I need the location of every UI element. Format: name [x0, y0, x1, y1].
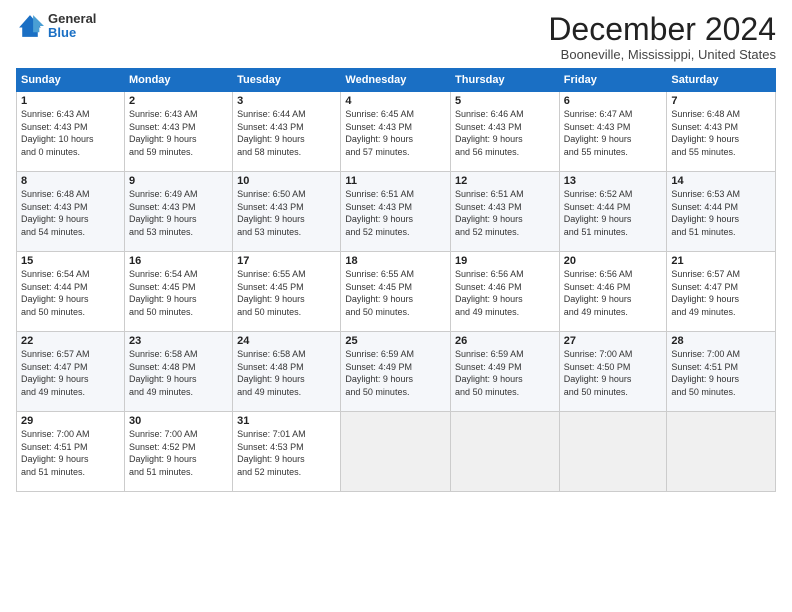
empty-cell: [667, 412, 776, 492]
day-21: 21 Sunrise: 6:57 AMSunset: 4:47 PMDaylig…: [667, 252, 776, 332]
day-9: 9 Sunrise: 6:49 AMSunset: 4:43 PMDayligh…: [124, 172, 232, 252]
logo-icon: [16, 12, 44, 40]
day-22: 22 Sunrise: 6:57 AMSunset: 4:47 PMDaylig…: [17, 332, 125, 412]
day-5: 5 Sunrise: 6:46 AMSunset: 4:43 PMDayligh…: [451, 92, 560, 172]
logo-general-label: General: [48, 12, 96, 26]
day-20: 20 Sunrise: 6:56 AMSunset: 4:46 PMDaylig…: [559, 252, 667, 332]
day-4: 4 Sunrise: 6:45 AMSunset: 4:43 PMDayligh…: [341, 92, 451, 172]
month-title: December 2024: [548, 12, 776, 47]
empty-cell: [341, 412, 451, 492]
day-7: 7 Sunrise: 6:48 AMSunset: 4:43 PMDayligh…: [667, 92, 776, 172]
empty-cell: [451, 412, 560, 492]
day-27: 27 Sunrise: 7:00 AMSunset: 4:50 PMDaylig…: [559, 332, 667, 412]
location-label: Booneville, Mississippi, United States: [548, 47, 776, 62]
calendar-table: Sunday Monday Tuesday Wednesday Thursday…: [16, 68, 776, 492]
day-30: 30 Sunrise: 7:00 AMSunset: 4:52 PMDaylig…: [124, 412, 232, 492]
day-18: 18 Sunrise: 6:55 AMSunset: 4:45 PMDaylig…: [341, 252, 451, 332]
table-row: 1 Sunrise: 6:43 AMSunset: 4:43 PMDayligh…: [17, 92, 776, 172]
day-12: 12 Sunrise: 6:51 AMSunset: 4:43 PMDaylig…: [451, 172, 560, 252]
table-row: 8 Sunrise: 6:48 AMSunset: 4:43 PMDayligh…: [17, 172, 776, 252]
header-monday: Monday: [124, 69, 232, 92]
header-wednesday: Wednesday: [341, 69, 451, 92]
header-thursday: Thursday: [451, 69, 560, 92]
day-17: 17 Sunrise: 6:55 AMSunset: 4:45 PMDaylig…: [233, 252, 341, 332]
day-3: 3 Sunrise: 6:44 AMSunset: 4:43 PMDayligh…: [233, 92, 341, 172]
day-19: 19 Sunrise: 6:56 AMSunset: 4:46 PMDaylig…: [451, 252, 560, 332]
day-1: 1 Sunrise: 6:43 AMSunset: 4:43 PMDayligh…: [17, 92, 125, 172]
day-23: 23 Sunrise: 6:58 AMSunset: 4:48 PMDaylig…: [124, 332, 232, 412]
day-25: 25 Sunrise: 6:59 AMSunset: 4:49 PMDaylig…: [341, 332, 451, 412]
title-section: December 2024 Booneville, Mississippi, U…: [548, 12, 776, 62]
day-11: 11 Sunrise: 6:51 AMSunset: 4:43 PMDaylig…: [341, 172, 451, 252]
weekday-header-row: Sunday Monday Tuesday Wednesday Thursday…: [17, 69, 776, 92]
day-13: 13 Sunrise: 6:52 AMSunset: 4:44 PMDaylig…: [559, 172, 667, 252]
table-row: 22 Sunrise: 6:57 AMSunset: 4:47 PMDaylig…: [17, 332, 776, 412]
day-29: 29 Sunrise: 7:00 AMSunset: 4:51 PMDaylig…: [17, 412, 125, 492]
day-31: 31 Sunrise: 7:01 AMSunset: 4:53 PMDaylig…: [233, 412, 341, 492]
logo-blue-label: Blue: [48, 26, 96, 40]
day-6: 6 Sunrise: 6:47 AMSunset: 4:43 PMDayligh…: [559, 92, 667, 172]
day-8: 8 Sunrise: 6:48 AMSunset: 4:43 PMDayligh…: [17, 172, 125, 252]
logo: General Blue: [16, 12, 96, 41]
day-26: 26 Sunrise: 6:59 AMSunset: 4:49 PMDaylig…: [451, 332, 560, 412]
header-friday: Friday: [559, 69, 667, 92]
empty-cell: [559, 412, 667, 492]
day-10: 10 Sunrise: 6:50 AMSunset: 4:43 PMDaylig…: [233, 172, 341, 252]
day-28: 28 Sunrise: 7:00 AMSunset: 4:51 PMDaylig…: [667, 332, 776, 412]
day-2: 2 Sunrise: 6:43 AMSunset: 4:43 PMDayligh…: [124, 92, 232, 172]
table-row: 29 Sunrise: 7:00 AMSunset: 4:51 PMDaylig…: [17, 412, 776, 492]
day-15: 15 Sunrise: 6:54 AMSunset: 4:44 PMDaylig…: [17, 252, 125, 332]
header-saturday: Saturday: [667, 69, 776, 92]
logo-text: General Blue: [48, 12, 96, 41]
day-14: 14 Sunrise: 6:53 AMSunset: 4:44 PMDaylig…: [667, 172, 776, 252]
table-row: 15 Sunrise: 6:54 AMSunset: 4:44 PMDaylig…: [17, 252, 776, 332]
calendar-page: General Blue December 2024 Booneville, M…: [0, 0, 792, 612]
header: General Blue December 2024 Booneville, M…: [16, 12, 776, 62]
header-tuesday: Tuesday: [233, 69, 341, 92]
day-16: 16 Sunrise: 6:54 AMSunset: 4:45 PMDaylig…: [124, 252, 232, 332]
header-sunday: Sunday: [17, 69, 125, 92]
day-24: 24 Sunrise: 6:58 AMSunset: 4:48 PMDaylig…: [233, 332, 341, 412]
